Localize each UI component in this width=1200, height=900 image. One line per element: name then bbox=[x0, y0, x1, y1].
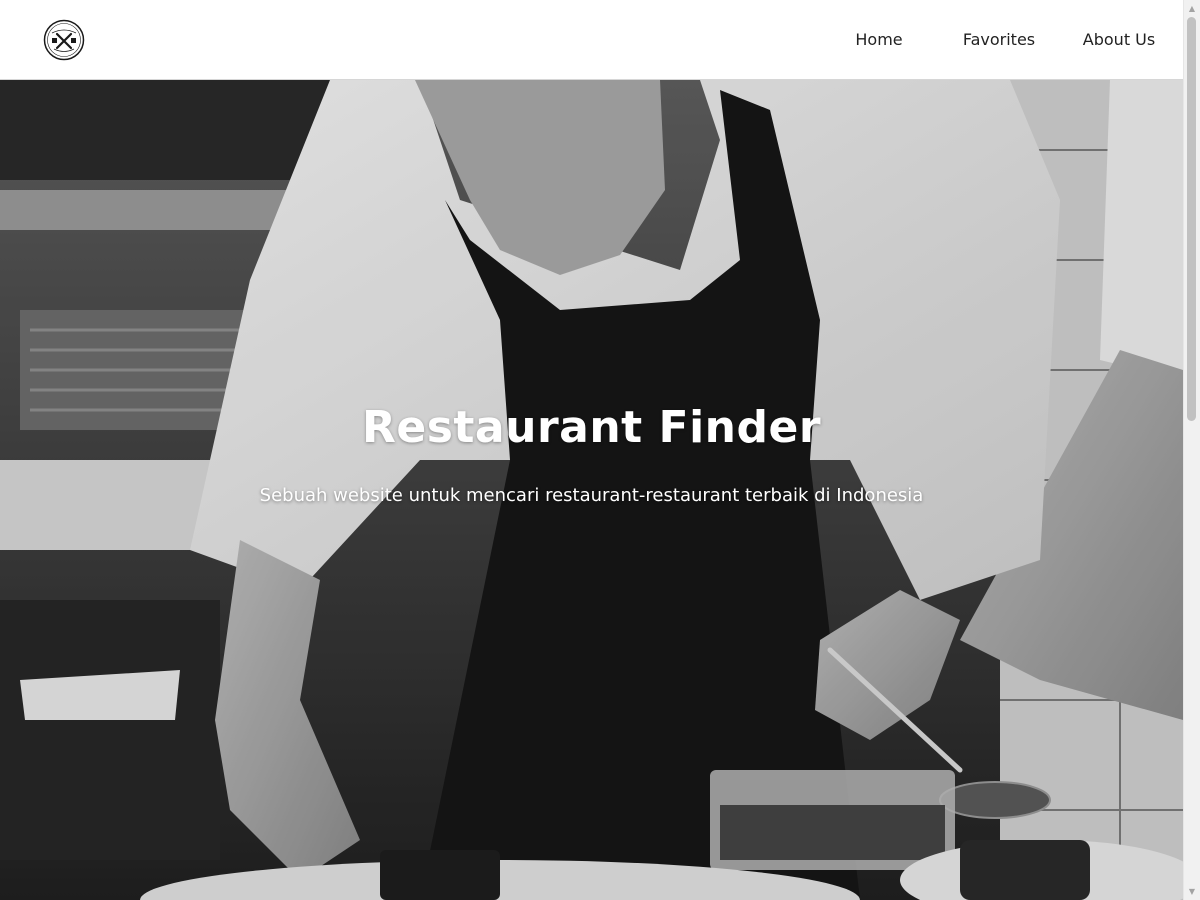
hero-section: Restaurant Finder Sebuah website untuk m… bbox=[0, 80, 1183, 900]
hero-title: Restaurant Finder bbox=[361, 402, 822, 453]
hero-content: Restaurant Finder Sebuah website untuk m… bbox=[0, 400, 1183, 508]
nav-favorites-link[interactable]: Favorites bbox=[939, 20, 1059, 60]
site-header: Home Favorites About Us bbox=[0, 0, 1183, 80]
scroll-up-arrow-icon[interactable]: ▲ bbox=[1184, 0, 1200, 17]
scroll-down-arrow-icon[interactable]: ▼ bbox=[1184, 883, 1200, 900]
nav-about-link[interactable]: About Us bbox=[1059, 20, 1179, 60]
scrollbar-thumb[interactable] bbox=[1187, 17, 1196, 421]
page: Home Favorites About Us Restaurant Finde… bbox=[0, 0, 1200, 900]
hero-subtitle: Sebuah website untuk mencari restaurant-… bbox=[259, 485, 924, 506]
vertical-scrollbar[interactable]: ▲ ▼ bbox=[1183, 0, 1200, 900]
main-nav: Home Favorites About Us bbox=[819, 0, 1183, 80]
nav-home-link[interactable]: Home bbox=[819, 20, 939, 60]
restaurant-logo-icon[interactable] bbox=[43, 19, 85, 61]
